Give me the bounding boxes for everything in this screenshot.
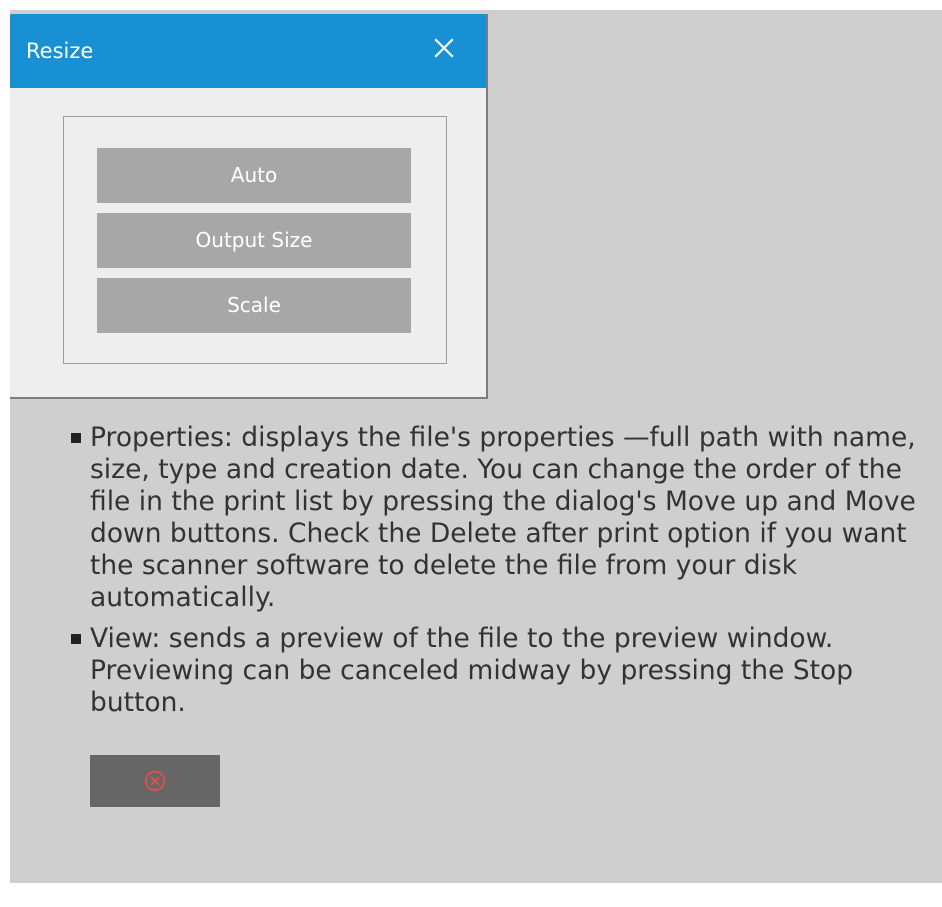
resize-options-group: Auto Output Size Scale	[63, 116, 447, 364]
view-text: View: sends a preview of the file to the…	[90, 623, 854, 718]
bullet-square-icon	[71, 433, 81, 443]
dialog-title: Resize	[26, 39, 94, 63]
properties-text: Properties: displays the file's properti…	[90, 422, 916, 613]
auto-button[interactable]: Auto	[97, 148, 411, 203]
output-size-button[interactable]: Output Size	[97, 213, 411, 268]
resize-dialog: Resize Auto Output Size Scale	[10, 14, 488, 399]
scale-button[interactable]: Scale	[97, 278, 411, 333]
close-icon[interactable]	[430, 34, 458, 62]
stop-button[interactable]	[90, 755, 220, 807]
dialog-titlebar: Resize	[10, 14, 486, 88]
content-panel: Resize Auto Output Size Scale Properties…	[10, 10, 942, 883]
view-bullet: View: sends a preview of the file to the…	[71, 623, 930, 719]
feature-bullet-list: Properties: displays the file's properti…	[71, 422, 930, 728]
properties-bullet: Properties: displays the file's properti…	[71, 422, 930, 614]
stop-circle-x-icon	[144, 770, 166, 792]
bullet-square-icon	[71, 634, 81, 644]
